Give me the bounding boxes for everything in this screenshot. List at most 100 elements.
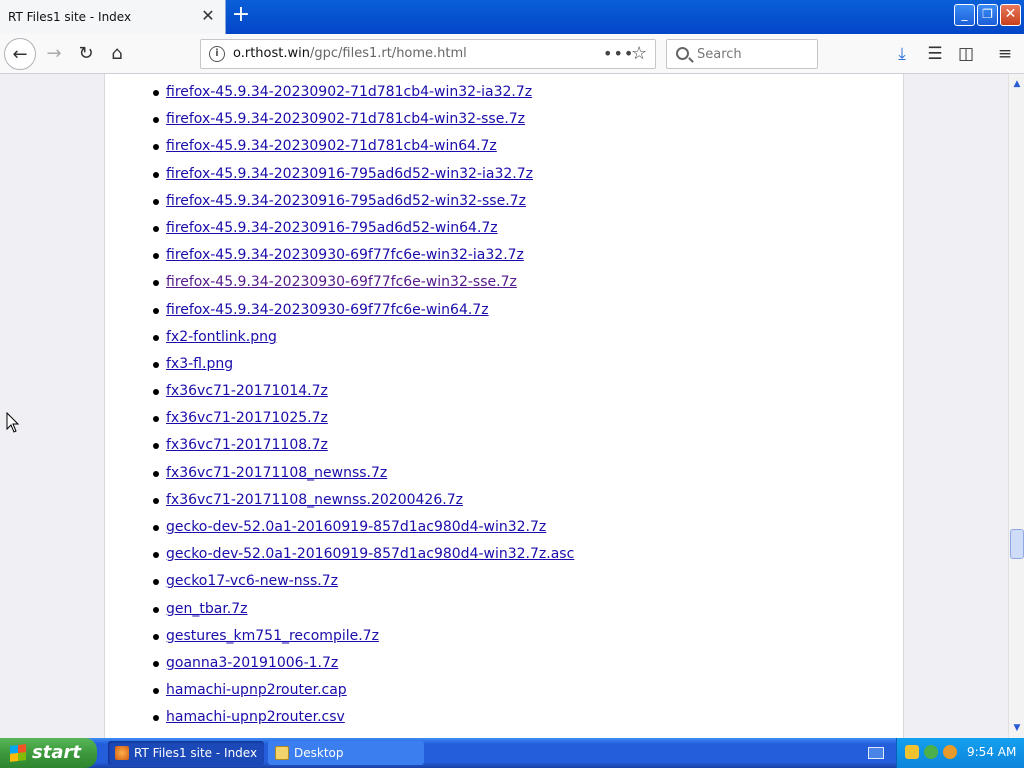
page-content: firefox-45.9.34-20230902-71d781cb4-win32… xyxy=(104,74,904,738)
file-link[interactable]: gen_tbar.7z xyxy=(166,601,248,617)
list-item: hamachi-upnp2router.cap xyxy=(153,677,574,704)
start-label: start xyxy=(32,742,81,763)
list-item: gecko17-vc6-new-nss.7z xyxy=(153,568,574,595)
page-actions-icon[interactable]: ••• xyxy=(603,44,634,63)
list-item: fx36vc71-20171108_newnss.7z xyxy=(153,460,574,487)
network-icon[interactable] xyxy=(924,745,938,759)
taskbar-item-desktop[interactable]: Desktop xyxy=(268,741,424,765)
start-button[interactable]: start xyxy=(0,738,97,768)
url-host: o.rthost.win xyxy=(233,46,310,61)
back-arrow-icon[interactable]: ← xyxy=(4,38,36,70)
minimize-button[interactable]: _ xyxy=(954,4,975,26)
navigation-toolbar: ← → ↻ ⌂ i o.rthost.win/gpc/files1.rt/hom… xyxy=(0,34,1024,74)
mouse-cursor-icon xyxy=(6,412,20,433)
file-link[interactable]: firefox-45.9.34-20230930-69f77fc6e-win64… xyxy=(166,302,489,318)
list-item: hamachi-upnp2router.csv xyxy=(153,704,574,731)
site-info-icon[interactable]: i xyxy=(209,46,225,62)
file-link[interactable]: fx36vc71-20171014.7z xyxy=(166,383,328,399)
tab-close-icon[interactable]: ✕ xyxy=(198,6,218,26)
downloads-icon[interactable]: ⤓ xyxy=(888,40,916,68)
list-item: firefox-45.9.34-20230930-69f77fc6e-win32… xyxy=(153,269,574,296)
file-list: firefox-45.9.34-20230902-71d781cb4-win32… xyxy=(153,79,574,732)
system-tray: 9:54 AM xyxy=(896,738,1024,768)
list-item: gecko-dev-52.0a1-20160919-857d1ac980d4-w… xyxy=(153,541,574,568)
browser-tab-active[interactable]: RT Files1 site - Index ✕ xyxy=(0,0,226,34)
bullet-icon xyxy=(153,688,159,695)
bookmark-star-icon[interactable]: ☆ xyxy=(631,43,647,64)
file-link[interactable]: goanna3-20191006-1.7z xyxy=(166,655,338,671)
file-link[interactable]: fx36vc71-20171025.7z xyxy=(166,410,328,426)
file-link[interactable]: firefox-45.9.34-20230902-71d781cb4-win32… xyxy=(166,111,525,127)
list-item: fx3-fl.png xyxy=(153,351,574,378)
sidebar-icon[interactable]: ◫ xyxy=(952,40,980,68)
file-link[interactable]: firefox-45.9.34-20230902-71d781cb4-win64… xyxy=(166,138,497,154)
scroll-thumb[interactable] xyxy=(1010,529,1024,559)
url-text[interactable]: o.rthost.win/gpc/files1.rt/home.html xyxy=(233,46,467,61)
list-item: fx36vc71-20171025.7z xyxy=(153,405,574,432)
bullet-icon xyxy=(153,253,159,260)
taskbar: start RT Files1 site - Index ... Desktop… xyxy=(0,738,1024,768)
home-icon[interactable]: ⌂ xyxy=(101,38,133,70)
file-link[interactable]: firefox-45.9.34-20230916-795ad6d52-win64… xyxy=(166,220,498,236)
list-item: fx36vc71-20171108_newnss.20200426.7z xyxy=(153,487,574,514)
bullet-icon xyxy=(153,307,159,314)
bullet-icon xyxy=(153,280,159,287)
bullet-icon xyxy=(153,225,159,232)
bullet-icon xyxy=(153,633,159,640)
search-input[interactable]: Search xyxy=(666,39,818,69)
list-item: gestures_km751_recompile.7z xyxy=(153,623,574,650)
menu-icon[interactable]: ≡ xyxy=(991,40,1019,68)
list-item: firefox-45.9.34-20230930-69f77fc6e-win32… xyxy=(153,242,574,269)
list-item: firefox-45.9.34-20230930-69f77fc6e-win64… xyxy=(153,297,574,324)
search-icon xyxy=(676,47,689,60)
bullet-icon xyxy=(153,715,159,722)
windows-logo-icon xyxy=(10,744,26,762)
bullet-icon xyxy=(153,117,159,124)
list-item: fx2-fontlink.png xyxy=(153,324,574,351)
forward-arrow-icon[interactable]: → xyxy=(38,38,70,70)
bullet-icon xyxy=(153,389,159,396)
taskbar-item-browser[interactable]: RT Files1 site - Index ... xyxy=(108,741,264,765)
file-link[interactable]: firefox-45.9.34-20230902-71d781cb4-win32… xyxy=(166,84,532,100)
clock: 9:54 AM xyxy=(967,745,1017,759)
vertical-scrollbar[interactable]: ▲ ▼ xyxy=(1008,74,1024,738)
file-link[interactable]: firefox-45.9.34-20230930-69f77fc6e-win32… xyxy=(166,247,524,263)
file-link[interactable]: hamachi-upnp2router.csv xyxy=(166,709,345,725)
bullet-icon xyxy=(153,552,159,559)
scroll-down-icon[interactable]: ▼ xyxy=(1009,720,1024,736)
file-link[interactable]: fx36vc71-20171108.7z xyxy=(166,437,328,453)
bullet-icon xyxy=(153,144,159,151)
file-link[interactable]: gecko-dev-52.0a1-20160919-857d1ac980d4-w… xyxy=(166,546,574,562)
file-link[interactable]: hamachi-upnp2router.cap xyxy=(166,682,347,698)
reload-icon[interactable]: ↻ xyxy=(70,38,102,70)
file-link[interactable]: firefox-45.9.34-20230916-795ad6d52-win32… xyxy=(166,166,533,182)
bullet-icon xyxy=(153,361,159,368)
close-window-button[interactable]: ✕ xyxy=(1000,4,1021,26)
list-item: firefox-45.9.34-20230916-795ad6d52-win32… xyxy=(153,188,574,215)
file-link[interactable]: firefox-45.9.34-20230930-69f77fc6e-win32… xyxy=(166,274,517,290)
url-bar[interactable]: i o.rthost.win/gpc/files1.rt/home.html •… xyxy=(200,39,656,69)
search-tray-icon[interactable] xyxy=(943,745,957,759)
library-icon[interactable]: ☰ xyxy=(921,40,949,68)
list-item: gen_tbar.7z xyxy=(153,596,574,623)
bullet-icon xyxy=(153,90,159,96)
new-tab-button[interactable]: + xyxy=(229,4,253,28)
file-link[interactable]: fx36vc71-20171108_newnss.20200426.7z xyxy=(166,492,463,508)
security-shield-icon[interactable] xyxy=(905,745,919,759)
bullet-icon xyxy=(153,606,159,613)
bullet-icon xyxy=(153,525,159,531)
file-link[interactable]: fx3-fl.png xyxy=(166,356,233,372)
file-link[interactable]: gestures_km751_recompile.7z xyxy=(166,628,379,644)
file-link[interactable]: gecko17-vc6-new-nss.7z xyxy=(166,573,338,589)
bullet-icon xyxy=(153,443,159,450)
file-link[interactable]: firefox-45.9.34-20230916-795ad6d52-win32… xyxy=(166,193,526,209)
file-link[interactable]: fx36vc71-20171108_newnss.7z xyxy=(166,465,387,481)
keyboard-icon[interactable] xyxy=(868,747,884,759)
scroll-up-icon[interactable]: ▲ xyxy=(1009,76,1024,92)
file-link[interactable]: gecko-dev-52.0a1-20160919-857d1ac980d4-w… xyxy=(166,519,546,535)
restore-button[interactable]: ❐ xyxy=(977,4,998,26)
tab-strip: RT Files1 site - Index ✕ + _ ❐ ✕ xyxy=(0,0,1024,34)
list-item: firefox-45.9.34-20230902-71d781cb4-win32… xyxy=(153,79,574,106)
tab-title: RT Files1 site - Index xyxy=(8,10,132,24)
file-link[interactable]: fx2-fontlink.png xyxy=(166,329,277,345)
